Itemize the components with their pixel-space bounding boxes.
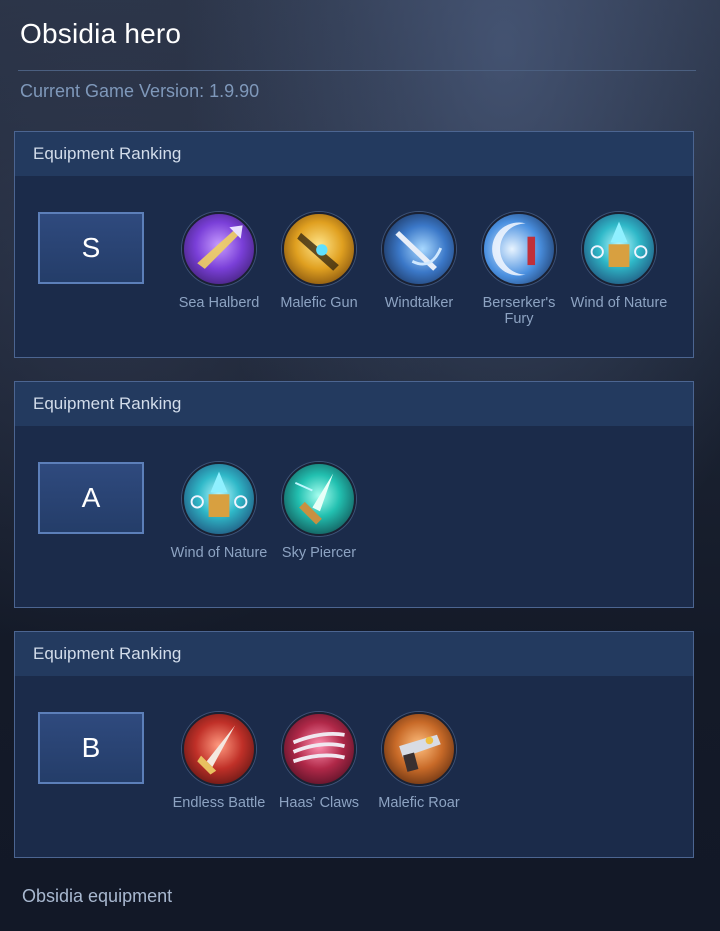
item-wind-of-nature[interactable]: Wind of Nature bbox=[169, 462, 269, 561]
berserkers-fury-icon bbox=[482, 212, 556, 286]
item-label: Malefic Roar bbox=[378, 795, 460, 811]
haas-claws-icon bbox=[282, 712, 356, 786]
item-label: Sea Halberd bbox=[178, 295, 260, 311]
item-berserkers-fury[interactable]: Berserker's Fury bbox=[469, 212, 569, 327]
item-windtalker[interactable]: Windtalker bbox=[369, 212, 469, 311]
item-label: Wind of Nature bbox=[570, 295, 668, 311]
item-malefic-roar[interactable]: Malefic Roar bbox=[369, 712, 469, 811]
item-sky-piercer[interactable]: Sky Piercer bbox=[269, 462, 369, 561]
item-label: Wind of Nature bbox=[170, 545, 268, 561]
footer-section-title: Obsidia equipment bbox=[22, 886, 173, 906]
panel-header: Equipment Ranking bbox=[15, 132, 693, 176]
item-wind-of-nature[interactable]: Wind of Nature bbox=[569, 212, 669, 311]
equipment-ranking-panel-a: Equipment Ranking A Wind of Nature Sky P… bbox=[14, 381, 694, 608]
game-version-text: Current Game Version: 1.9.90 bbox=[20, 81, 260, 101]
item-endless-battle[interactable]: Endless Battle bbox=[169, 712, 269, 811]
malefic-roar-icon bbox=[382, 712, 456, 786]
malefic-gun-icon bbox=[282, 212, 356, 286]
endless-battle-icon bbox=[182, 712, 256, 786]
item-malefic-gun[interactable]: Malefic Gun bbox=[269, 212, 369, 311]
wind-of-nature-icon bbox=[182, 462, 256, 536]
sea-halberd-icon bbox=[182, 212, 256, 286]
item-haas-claws[interactable]: Haas' Claws bbox=[269, 712, 369, 811]
item-label: Sky Piercer bbox=[281, 545, 357, 561]
tier-badge-s: S bbox=[38, 212, 144, 284]
equipment-ranking-panel-s: Equipment Ranking S Sea Halberd Malefic … bbox=[14, 131, 694, 358]
item-label: Malefic Gun bbox=[280, 295, 358, 311]
item-label: Endless Battle bbox=[172, 795, 266, 811]
windtalker-icon bbox=[382, 212, 456, 286]
tier-badge-b: B bbox=[38, 712, 144, 784]
page-title: Obsidia hero bbox=[20, 18, 182, 49]
item-sea-halberd[interactable]: Sea Halberd bbox=[169, 212, 269, 311]
wind-of-nature-icon bbox=[582, 212, 656, 286]
sky-piercer-icon bbox=[282, 462, 356, 536]
equipment-ranking-panel-b: Equipment Ranking B Endless Battle Haas'… bbox=[14, 631, 694, 858]
panel-header: Equipment Ranking bbox=[15, 382, 693, 426]
title-divider bbox=[18, 70, 696, 71]
item-label: Windtalker bbox=[384, 295, 454, 311]
tier-badge-a: A bbox=[38, 462, 144, 534]
item-label: Haas' Claws bbox=[278, 795, 360, 811]
item-label: Berserker's Fury bbox=[482, 295, 556, 327]
panel-header: Equipment Ranking bbox=[15, 632, 693, 676]
